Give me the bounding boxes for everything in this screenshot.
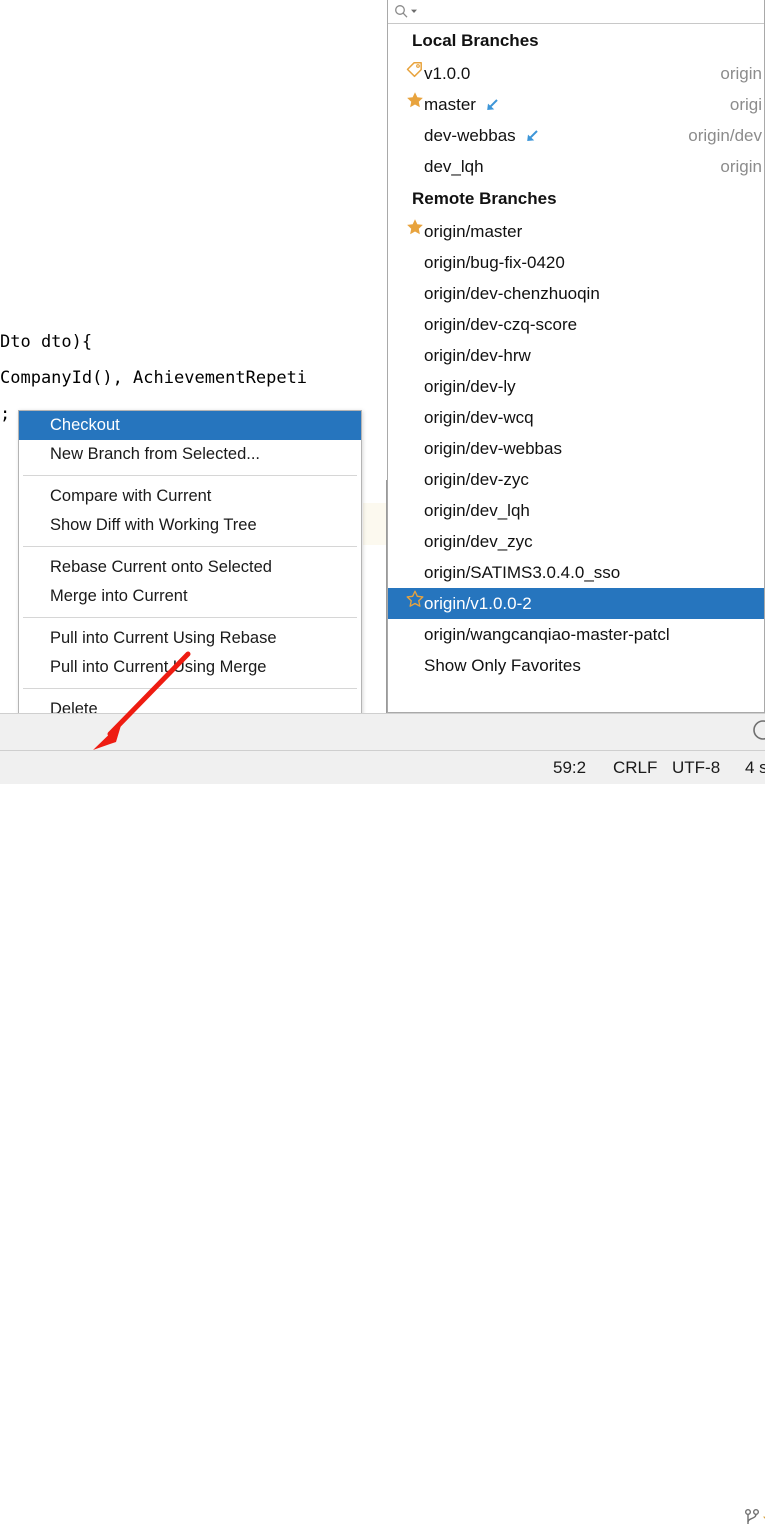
search-icon[interactable] <box>394 4 409 19</box>
branch-name: origin/wangcanqiao-master-patcl <box>424 625 670 644</box>
branch-group-header: Remote Branches <box>412 189 557 208</box>
chevron-down-icon[interactable] <box>410 2 418 20</box>
branch-icon-slot <box>388 650 424 681</box>
branch-icon-slot <box>388 309 424 340</box>
branch-name: origin/dev-ly <box>424 377 516 396</box>
line-separator-label[interactable]: CRLF <box>613 758 657 778</box>
branch-name: v1.0.0 <box>424 64 471 83</box>
branch-list-item[interactable]: v1.0.0 origin <box>388 58 764 89</box>
branch-list-item[interactable]: origin/dev-chenzhuoqin <box>388 278 764 309</box>
git-branch-context-menu[interactable]: Checkout New Branch from Selected... Compa… <box>18 410 362 724</box>
branch-name: origin/dev-webbas <box>424 439 562 458</box>
menu-item-pull-into-current-using-merge[interactable]: Pull into Current Using Merge <box>19 653 361 682</box>
branch-name: origin/bug-fix-0420 <box>424 253 565 272</box>
git-branch-icon[interactable] <box>744 1508 765 1528</box>
branch-icon-slot <box>388 89 424 120</box>
branch-list-item[interactable]: origin/dev-czq-score <box>388 309 764 340</box>
menu-item-compare-with-current[interactable]: Compare with Current <box>19 482 361 511</box>
star-filled-icon[interactable] <box>406 216 424 247</box>
branch-tracking-label: origin/dev <box>688 126 762 145</box>
star-outline-icon[interactable] <box>406 588 424 619</box>
branch-icon-slot <box>388 495 424 526</box>
branch-list-item[interactable]: origin/dev-ly <box>388 371 764 402</box>
branch-name: origin/v1.0.0-2 <box>424 594 532 613</box>
code-line: ; <box>0 404 11 424</box>
code-line: CompanyId(), AchievementRepeti <box>0 368 308 388</box>
menu-separator <box>23 475 357 476</box>
branch-icon-slot <box>388 588 424 619</box>
branch-tracking-label: origin <box>720 64 762 83</box>
branch-icon-slot <box>388 433 424 464</box>
menu-item-show-diff-with-working-tree[interactable]: Show Diff with Working Tree <box>19 511 361 540</box>
status-bar: 59:2 CRLF UTF-8 4 spaces <box>0 750 765 1524</box>
branch-icon-slot <box>388 151 424 182</box>
branch-list-item[interactable]: origin/v1.0.0-2 <box>388 588 764 619</box>
incoming-changes-icon <box>485 98 499 112</box>
menu-item-checkout[interactable]: Checkout <box>19 411 361 440</box>
file-encoding-label[interactable]: UTF-8 <box>672 758 720 778</box>
branch-search-field[interactable] <box>388 0 764 24</box>
branch-name: origin/SATIMS3.0.4.0_sso <box>424 563 621 582</box>
branch-list-item[interactable]: origin/wangcanqiao-master-patcl <box>388 619 764 650</box>
branch-name: origin/dev-hrw <box>424 346 531 365</box>
star-filled-icon[interactable] <box>406 89 424 120</box>
branch-name: origin/dev_lqh <box>424 501 530 520</box>
branch-list-item[interactable]: origin/SATIMS3.0.4.0_sso <box>388 557 764 588</box>
branch-list-item[interactable]: origin/bug-fix-0420 <box>388 247 764 278</box>
branch-name: origin/dev-chenzhuoqin <box>424 284 600 303</box>
branch-list-item[interactable]: origin/dev_zyc <box>388 526 764 557</box>
branch-list[interactable]: Local Branches v1.0.0 origin master origi dev… <box>388 24 764 712</box>
menu-item-new-branch-from-selected[interactable]: New Branch from Selected... <box>19 440 361 469</box>
branch-icon-slot <box>388 619 424 650</box>
tag-icon <box>406 58 423 89</box>
search-icon[interactable] <box>748 718 765 749</box>
branch-list-item[interactable]: origin/dev-hrw <box>388 340 764 371</box>
menu-separator <box>23 688 357 689</box>
branch-icon-slot <box>388 340 424 371</box>
menu-item-pull-into-current-using-rebase[interactable]: Pull into Current Using Rebase <box>19 624 361 653</box>
branch-list-item[interactable]: origin/dev-zyc <box>388 464 764 495</box>
branch-list-item[interactable]: master origi <box>388 89 764 120</box>
incoming-changes-icon <box>525 129 539 143</box>
branch-list-item[interactable]: origin/master <box>388 216 764 247</box>
code-line: Dto dto){ <box>0 332 93 352</box>
branch-name: dev_lqh <box>424 157 484 176</box>
branch-name: dev-webbas <box>424 126 516 145</box>
branch-list-item[interactable]: origin/dev-wcq <box>388 402 764 433</box>
branch-icon-slot <box>388 402 424 433</box>
branch-icon-slot <box>388 58 424 89</box>
branch-name: origin/dev-zyc <box>424 470 529 489</box>
branch-icon-slot <box>388 371 424 402</box>
branch-icon-slot <box>388 120 424 151</box>
branch-name: master <box>424 95 476 114</box>
menu-item-merge-into-current[interactable]: Merge into Current <box>19 582 361 611</box>
menu-separator <box>23 617 357 618</box>
menu-item-rebase-current-onto-selected[interactable]: Rebase Current onto Selected <box>19 553 361 582</box>
current-line-highlight <box>363 503 387 545</box>
branch-icon-slot <box>388 278 424 309</box>
branch-name: origin/dev-czq-score <box>424 315 578 334</box>
branch-icon-slot <box>388 464 424 495</box>
branch-icon-slot <box>388 247 424 278</box>
menu-separator <box>23 546 357 547</box>
tool-window-strip <box>0 713 765 750</box>
branch-tracking-label: origi <box>729 95 762 114</box>
git-branches-popup[interactable]: Local Branches v1.0.0 origin master origi dev… <box>387 0 765 713</box>
branch-list-item[interactable]: origin/dev_lqh <box>388 495 764 526</box>
branch-name: origin/master <box>424 222 523 241</box>
branch-icon-slot <box>388 557 424 588</box>
branch-list-item[interactable]: dev-webbas origin/dev <box>388 120 764 151</box>
caret-position-label[interactable]: 59:2 <box>553 758 586 778</box>
branch-list-item[interactable]: dev_lqh origin <box>388 151 764 182</box>
branch-group-header: Local Branches <box>412 31 539 50</box>
branch-icon-slot <box>388 526 424 557</box>
branch-list-item[interactable]: origin/dev-webbas <box>388 433 764 464</box>
branch-name: origin/dev-wcq <box>424 408 534 427</box>
branch-name: origin/dev_zyc <box>424 532 533 551</box>
show-only-favorites-label: Show Only Favorites <box>424 656 581 675</box>
branch-tracking-label: origin <box>720 157 762 176</box>
show-only-favorites-item[interactable]: Show Only Favorites <box>388 650 764 681</box>
indent-size-label[interactable]: 4 spaces <box>745 758 765 778</box>
branch-icon-slot <box>388 216 424 247</box>
